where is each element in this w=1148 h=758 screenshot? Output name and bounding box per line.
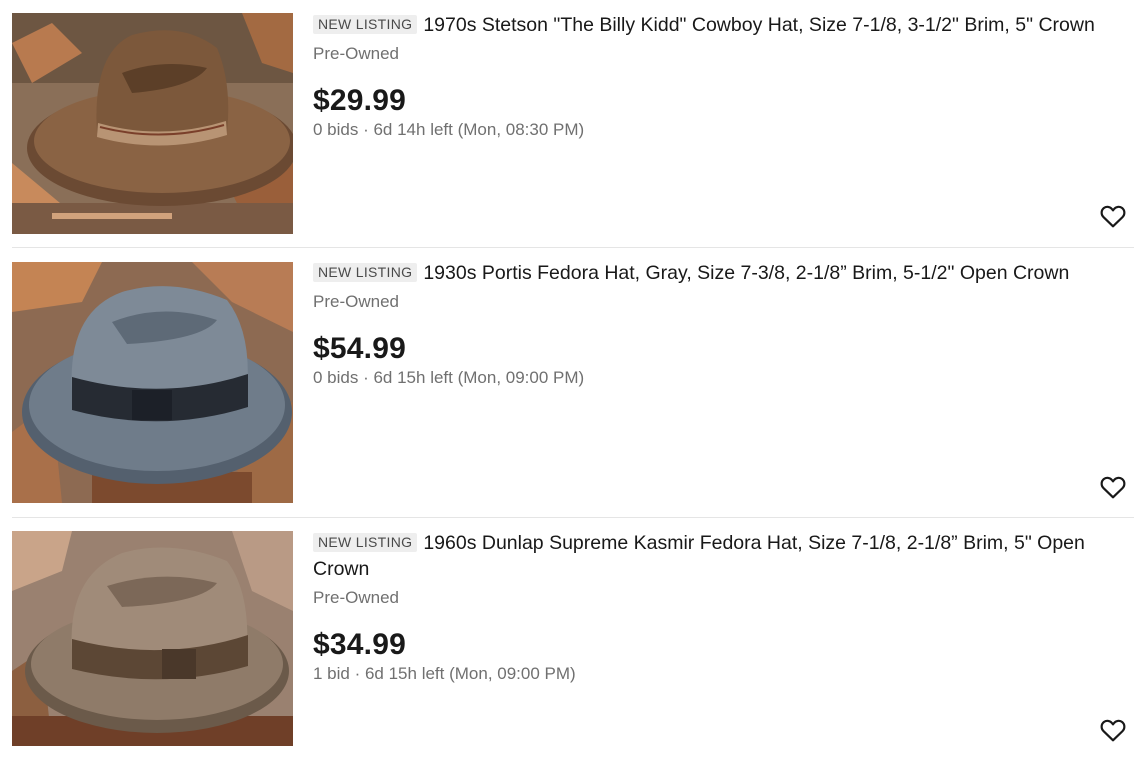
new-listing-badge: NEW LISTING bbox=[313, 15, 418, 34]
listing-condition: Pre-Owned bbox=[313, 44, 399, 63]
listing-title-text[interactable]: 1960s Dunlap Supreme Kasmir Fedora Hat, … bbox=[313, 532, 1085, 580]
listing-item: NEW LISTING 1970s Stetson "The Billy Kidd… bbox=[0, 0, 1148, 247]
listing-price: $34.99 bbox=[313, 628, 406, 661]
listing-condition: Pre-Owned bbox=[313, 588, 399, 607]
listing-price: $54.99 bbox=[313, 332, 406, 365]
tan-fedora-hat-photo bbox=[12, 531, 293, 746]
listing-title[interactable]: NEW LISTING 1970s Stetson "The Billy Kidd… bbox=[313, 12, 1132, 38]
listing-title[interactable]: NEW LISTING 1960s Dunlap Supreme Kasmir F… bbox=[313, 530, 1132, 582]
listing-info: NEW LISTING 1960s Dunlap Supreme Kasmir F… bbox=[313, 530, 1132, 685]
listing-image[interactable] bbox=[12, 13, 293, 234]
listing-condition: Pre-Owned bbox=[313, 292, 399, 311]
listing-item: NEW LISTING 1960s Dunlap Supreme Kasmir F… bbox=[0, 518, 1148, 758]
listing-title[interactable]: NEW LISTING 1930s Portis Fedora Hat, Gray… bbox=[313, 260, 1132, 286]
listing-title-text[interactable]: 1930s Portis Fedora Hat, Gray, Size 7-3/… bbox=[423, 262, 1069, 284]
gray-fedora-hat-photo bbox=[12, 262, 293, 503]
new-listing-badge: NEW LISTING bbox=[313, 263, 418, 282]
listing-image[interactable] bbox=[12, 262, 293, 503]
heart-outline-icon[interactable] bbox=[1100, 204, 1126, 228]
heart-outline-icon[interactable] bbox=[1100, 475, 1126, 499]
heart-outline-icon[interactable] bbox=[1100, 718, 1126, 742]
listing-image[interactable] bbox=[12, 531, 293, 746]
brown-cowboy-hat-photo bbox=[12, 13, 293, 234]
listing-bids-time-left: 0 bids · 6d 14h left (Mon, 08:30 PM) bbox=[313, 120, 585, 139]
new-listing-badge: NEW LISTING bbox=[313, 533, 418, 552]
listing-bids-time-left: 1 bid · 6d 15h left (Mon, 09:00 PM) bbox=[313, 664, 576, 683]
listing-item: NEW LISTING 1930s Portis Fedora Hat, Gray… bbox=[0, 248, 1148, 517]
listing-price: $29.99 bbox=[313, 84, 406, 117]
listing-info: NEW LISTING 1970s Stetson "The Billy Kidd… bbox=[313, 12, 1132, 141]
listing-bids-time-left: 0 bids · 6d 15h left (Mon, 09:00 PM) bbox=[313, 368, 585, 387]
listing-info: NEW LISTING 1930s Portis Fedora Hat, Gray… bbox=[313, 260, 1132, 389]
listing-title-text[interactable]: 1970s Stetson "The Billy Kidd" Cowboy Ha… bbox=[423, 14, 1094, 36]
